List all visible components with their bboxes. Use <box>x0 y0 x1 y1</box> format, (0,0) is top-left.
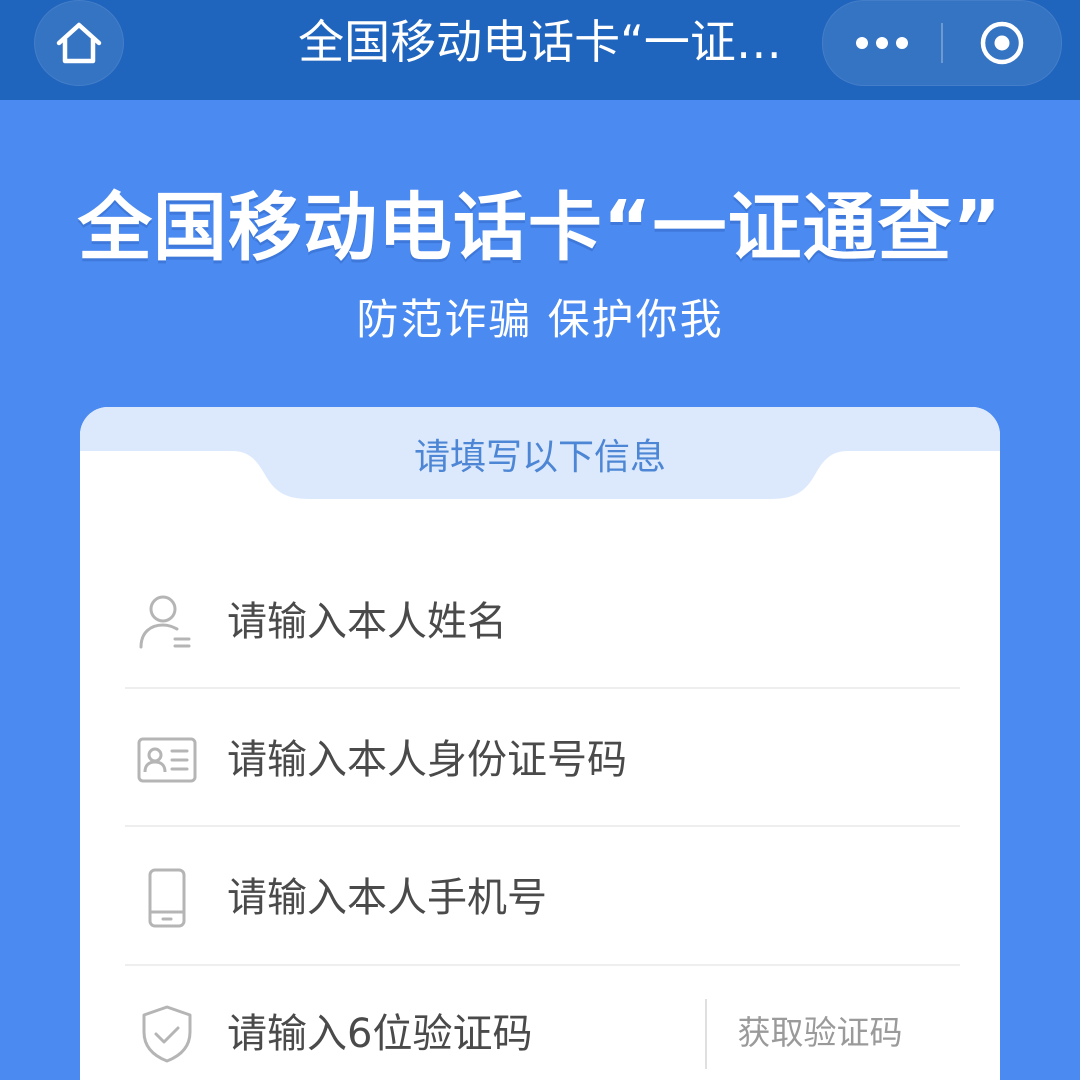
mini-program-capsule <box>822 0 1062 86</box>
more-dots-icon <box>856 37 908 49</box>
close-button[interactable] <box>943 1 1061 85</box>
nav-title: 全国移动电话卡“一证… <box>298 15 782 69</box>
more-button[interactable] <box>823 1 941 85</box>
row-divider <box>125 825 960 827</box>
phone-input[interactable] <box>225 874 789 922</box>
top-nav-bar: 全国移动电话卡“一证… <box>0 0 1080 100</box>
home-button[interactable] <box>34 0 124 86</box>
form-card: 请填写以下信息 请输入本人姓名 请输入本人身份证号码 请输入本人手机号 请输入6… <box>80 407 1000 1080</box>
name-input[interactable] <box>225 598 789 646</box>
phone-icon <box>137 868 197 928</box>
phone-row <box>125 829 960 967</box>
code-input[interactable] <box>225 1010 589 1058</box>
home-icon <box>56 22 102 64</box>
name-row <box>125 553 960 691</box>
shield-check-icon <box>137 1004 197 1064</box>
form-header: 请填写以下信息 <box>413 437 666 478</box>
get-code-button[interactable]: 获取验证码 <box>720 1007 920 1059</box>
id-number-input[interactable] <box>225 736 789 784</box>
row-divider <box>125 687 960 689</box>
hero-title: 全国移动电话卡“一证通查” <box>77 185 1003 271</box>
id-card-icon <box>137 730 197 790</box>
hero-subtitle: 防范诈骗 保护你我 <box>356 295 724 344</box>
target-close-icon <box>980 21 1024 65</box>
user-icon <box>137 592 197 652</box>
id-number-row <box>125 691 960 829</box>
code-divider <box>705 999 707 1069</box>
